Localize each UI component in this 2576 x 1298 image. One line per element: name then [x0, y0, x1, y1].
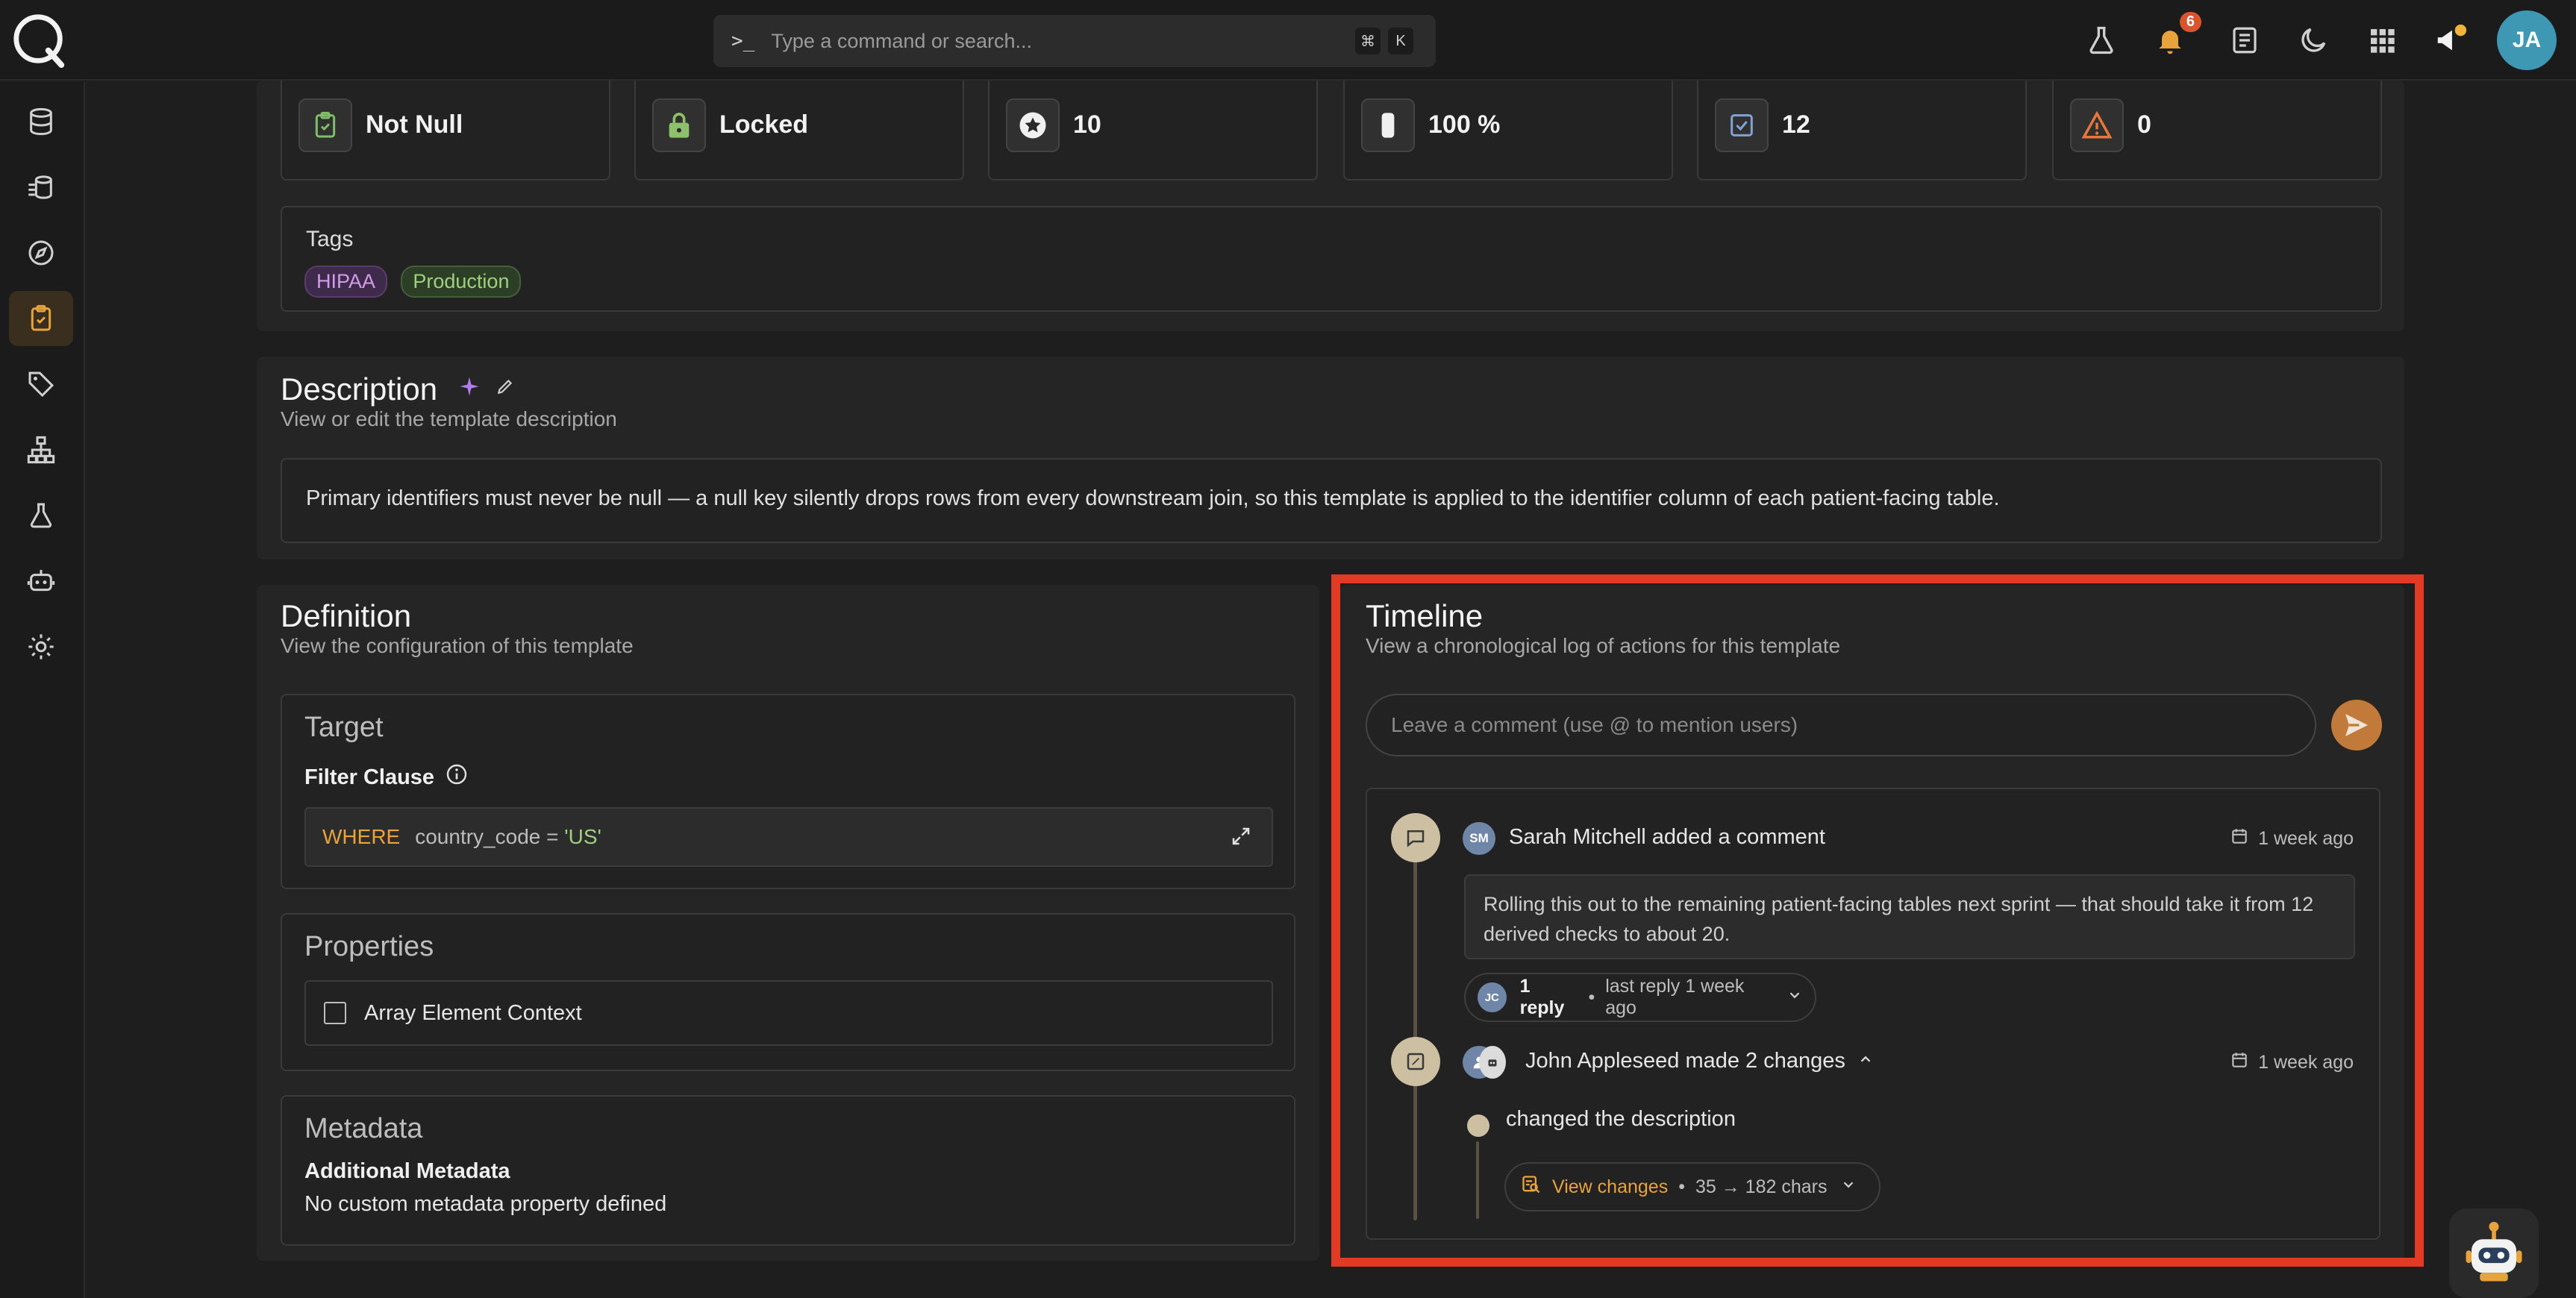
hierarchy-icon	[27, 436, 55, 464]
additional-metadata-label: Additional Metadata	[304, 1159, 510, 1183]
docs-icon[interactable]	[2227, 22, 2263, 58]
sidebar-item-settings[interactable]	[9, 619, 73, 674]
notification-count-badge: 6	[2179, 12, 2201, 32]
info-icon[interactable]	[445, 762, 469, 792]
assistant-bot-button[interactable]	[2449, 1208, 2539, 1298]
terminal-icon: >_	[731, 30, 755, 52]
sidebar-item-tags[interactable]	[9, 357, 73, 412]
definition-subtitle: View the configuration of this template	[281, 634, 634, 657]
target-card: Target Filter Clause WHERE country_code …	[281, 694, 1295, 889]
sidebar-item-bots[interactable]	[9, 554, 73, 609]
stat-label: Locked	[719, 110, 809, 139]
app-logo-icon[interactable]	[10, 10, 69, 70]
user-avatar[interactable]: JA	[2497, 10, 2557, 70]
stat-card-checks: 12	[1697, 81, 2027, 181]
sidebar-item-database[interactable]	[9, 94, 73, 149]
flask-icon[interactable]	[2083, 22, 2119, 58]
filter-clause-field[interactable]: WHERE country_code = 'US'	[304, 807, 1273, 867]
battery-full-icon	[1361, 98, 1415, 152]
database-icon	[30, 107, 52, 136]
clipboard-check-icon	[298, 98, 352, 152]
tags-card: Tags HIPAA Production	[281, 206, 2382, 312]
stat-label: Not Null	[366, 110, 463, 139]
compass-icon	[28, 240, 54, 266]
robot-icon	[2466, 1221, 2522, 1282]
stat-label: 0	[2137, 110, 2151, 139]
stat-card-alerts: 0	[2052, 81, 2382, 181]
highlight-frame	[1331, 574, 2424, 1267]
sidebar-item-hierarchy[interactable]	[9, 422, 73, 477]
metadata-empty-text: No custom metadata property defined	[304, 1192, 667, 1216]
array-element-checkbox[interactable]	[324, 1002, 346, 1024]
gear-icon	[28, 634, 54, 659]
notifications-bell-icon[interactable]: 6	[2152, 12, 2201, 58]
tag-icon	[28, 371, 54, 398]
database-flow-icon	[28, 175, 52, 199]
stat-label: 100 %	[1428, 110, 1501, 139]
properties-card: Properties Array Element Context	[281, 913, 1295, 1071]
clipboard-check-icon	[31, 304, 51, 331]
stat-label: 10	[1073, 110, 1101, 139]
stat-card-priority: 10	[988, 81, 1318, 181]
filter-clause-label: Filter Clause	[304, 765, 435, 789]
description-text-box[interactable]: Primary identifiers must never be null —…	[281, 458, 2382, 543]
where-field: country_code =	[415, 825, 565, 848]
sidebar-item-explore[interactable]	[9, 225, 73, 280]
apps-grid-icon[interactable]	[2364, 22, 2400, 58]
expand-icon[interactable]	[1230, 825, 1252, 853]
description-panel: Description View or edit the template de…	[257, 357, 2404, 559]
properties-title: Properties	[304, 931, 434, 962]
stat-card-threshold: 100 %	[1343, 81, 1673, 181]
star-badge-icon	[1006, 98, 1060, 152]
sparkle-ai-icon[interactable]	[458, 375, 481, 404]
theme-moon-icon[interactable]	[2295, 22, 2331, 58]
tag-chip[interactable]: HIPAA	[304, 266, 388, 298]
tag-chip[interactable]: Production	[401, 266, 522, 298]
description-text: Primary identifiers must never be null —…	[306, 486, 2000, 510]
sidebar-item-templates[interactable]	[9, 291, 73, 346]
announcements-megaphone-icon[interactable]	[2433, 22, 2469, 58]
kbd-cmd-key: ⌘	[1355, 28, 1381, 54]
robot-icon	[27, 570, 55, 592]
where-keyword: WHERE	[322, 825, 401, 848]
stat-card-locked: Locked	[634, 81, 964, 181]
warning-triangle-icon	[2070, 98, 2124, 152]
top-bar: >_ Type a command or search... ⌘ K 6 JA	[0, 0, 2576, 81]
sidebar-item-lab[interactable]	[9, 488, 73, 543]
description-title: Description	[281, 371, 438, 407]
definition-panel: Definition View the configuration of thi…	[257, 585, 1319, 1261]
description-subtitle: View or edit the template description	[281, 407, 617, 430]
command-search-bar[interactable]: >_ Type a command or search... ⌘ K	[713, 15, 1436, 67]
array-element-label: Array Element Context	[364, 1000, 582, 1025]
checklist-icon	[1715, 98, 1769, 152]
lock-icon	[652, 98, 706, 152]
array-element-context-row[interactable]: Array Element Context	[304, 980, 1273, 1046]
search-placeholder: Type a command or search...	[771, 29, 1032, 52]
definition-title: Definition	[281, 598, 412, 633]
stat-label: 12	[1782, 110, 1810, 139]
edit-pencil-icon[interactable]	[495, 377, 515, 402]
flask-icon	[30, 503, 52, 528]
metadata-title: Metadata	[304, 1113, 423, 1144]
stat-card-not-null: Not Null	[281, 81, 610, 181]
kbd-k-key: K	[1388, 28, 1413, 54]
metadata-card: Metadata Additional Metadata No custom m…	[281, 1095, 1295, 1246]
sidebar	[0, 82, 85, 1298]
target-title: Target	[304, 712, 384, 743]
tags-title: Tags	[306, 227, 354, 251]
where-value: 'US'	[564, 825, 601, 848]
sidebar-item-pipelines[interactable]	[9, 160, 73, 215]
